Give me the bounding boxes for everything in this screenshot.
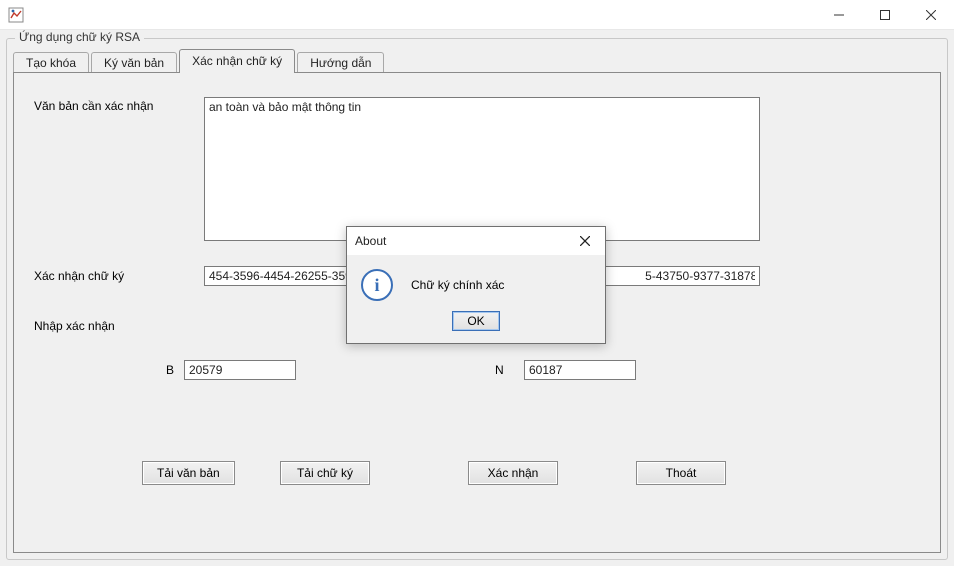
- window-minimize-button[interactable]: [816, 0, 862, 30]
- dialog-titlebar: About: [347, 227, 605, 255]
- exit-button[interactable]: Thoát: [636, 461, 726, 485]
- dialog-close-button[interactable]: [565, 227, 605, 255]
- window-close-button[interactable]: [908, 0, 954, 30]
- label-input-confirm: Nhập xác nhận: [34, 319, 115, 333]
- textarea-verify-text[interactable]: [204, 97, 760, 241]
- tab-verify-signature[interactable]: Xác nhận chữ ký: [179, 49, 295, 73]
- group-title: Ứng dụng chữ ký RSA: [15, 30, 144, 44]
- load-signature-button[interactable]: Tải chữ ký: [280, 461, 370, 485]
- input-n[interactable]: [524, 360, 636, 380]
- tabstrip: Tạo khóa Ký văn bản Xác nhận chữ ký Hướn…: [13, 49, 947, 73]
- dialog-title-text: About: [355, 234, 386, 248]
- label-n: N: [495, 363, 504, 377]
- about-dialog: About i Chữ ký chính xác OK: [346, 226, 606, 344]
- label-b: B: [166, 363, 174, 377]
- information-icon: i: [361, 269, 393, 301]
- dialog-footer: OK: [347, 307, 605, 343]
- app-icon: [8, 7, 24, 23]
- tab-guide[interactable]: Hướng dẫn: [297, 52, 384, 74]
- verify-button[interactable]: Xác nhận: [468, 461, 558, 485]
- tab-sign-text[interactable]: Ký văn bản: [91, 52, 177, 74]
- label-text-to-verify: Văn bản cần xác nhận: [34, 99, 153, 113]
- window-titlebar: [0, 0, 954, 30]
- dialog-message: Chữ ký chính xác: [411, 278, 504, 292]
- input-b[interactable]: [184, 360, 296, 380]
- dialog-ok-button[interactable]: OK: [452, 311, 499, 331]
- label-signature: Xác nhận chữ ký: [34, 269, 124, 283]
- tab-create-key[interactable]: Tạo khóa: [13, 52, 89, 74]
- load-text-button[interactable]: Tải văn bản: [142, 461, 235, 485]
- dialog-body: i Chữ ký chính xác: [347, 255, 605, 307]
- window-maximize-button[interactable]: [862, 0, 908, 30]
